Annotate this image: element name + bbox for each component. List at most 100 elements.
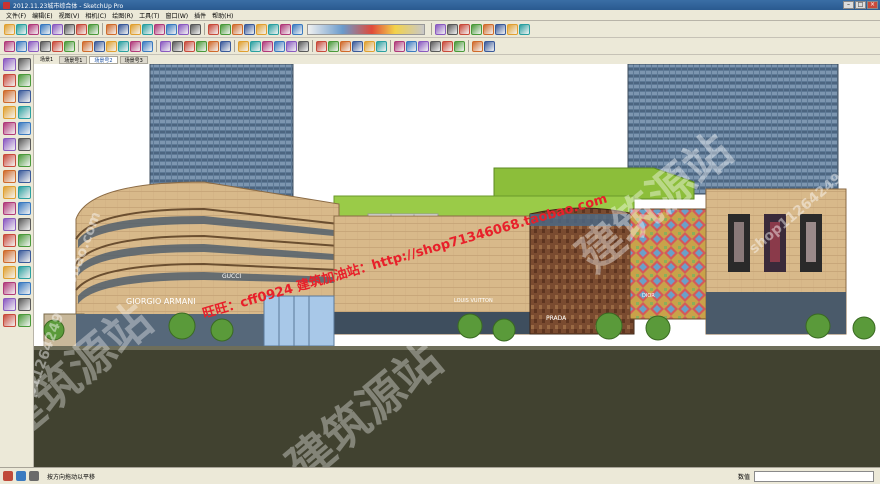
walk-icon[interactable] [471,23,482,35]
menu-tools[interactable]: 工具(T) [136,11,162,20]
scale-icon[interactable] [3,170,16,183]
pan-icon[interactable] [18,234,31,247]
style-icon[interactable] [376,40,387,52]
axes-icon[interactable] [220,23,231,35]
render-icon[interactable] [442,40,453,52]
menu-window[interactable]: 窗口(W) [163,11,192,20]
previous-icon[interactable] [3,266,16,279]
protractor-icon[interactable] [190,23,201,35]
look-icon[interactable] [18,282,31,295]
union-icon[interactable] [238,40,249,52]
circle-icon[interactable] [76,23,87,35]
orbit-icon[interactable] [3,234,16,247]
ruby-icon[interactable] [430,40,441,52]
rotate-icon[interactable] [3,154,16,167]
3d-text-icon[interactable] [244,23,255,35]
sandbox-icon[interactable] [160,40,171,52]
back-view-icon[interactable] [52,40,63,52]
position-camera-icon[interactable] [3,282,16,295]
minimize-button[interactable]: – [843,1,854,9]
layer-icon[interactable] [340,40,351,52]
top-view-icon[interactable] [16,40,27,52]
stamp-icon[interactable] [184,40,195,52]
model-viewport[interactable]: GIORGIO ARMANI GUCCI PRADA LOUIS VUITTON… [34,64,880,467]
instructor-icon[interactable] [29,471,39,481]
polygon-icon[interactable] [3,122,16,135]
menu-file[interactable]: 文件(F) [3,11,29,20]
pan-icon[interactable] [280,23,291,35]
shaded-icon[interactable] [118,40,129,52]
outliner-icon[interactable] [352,40,363,52]
zoom-icon[interactable] [3,250,16,263]
export-icon[interactable] [454,40,465,52]
iso-view-icon[interactable] [4,40,15,52]
smoove-icon[interactable] [18,314,31,327]
warehouse-icon[interactable] [394,40,405,52]
wireframe-icon[interactable] [94,40,105,52]
menu-plugins[interactable]: 插件 [191,11,209,20]
move-icon[interactable] [118,23,129,35]
right-view-icon[interactable] [40,40,51,52]
zoom-window-icon[interactable] [435,23,446,35]
geo-location-icon[interactable] [3,471,13,481]
trim-icon[interactable] [262,40,273,52]
rotate-icon[interactable] [130,23,141,35]
monochrome-icon[interactable] [142,40,153,52]
share-icon[interactable] [406,40,417,52]
dimension-icon[interactable] [18,186,31,199]
look-icon[interactable] [483,23,494,35]
line-icon[interactable] [40,23,51,35]
print-icon[interactable] [472,40,483,52]
3d-text-icon[interactable] [18,218,31,231]
flip-icon[interactable] [208,40,219,52]
fog-icon[interactable] [519,23,530,35]
zoom-icon[interactable] [292,23,303,35]
shadow-icon[interactable] [507,23,518,35]
walk-icon[interactable] [3,298,16,311]
follow-me-icon[interactable] [18,154,31,167]
drape-icon[interactable] [196,40,207,52]
group-icon[interactable] [328,40,339,52]
paint-icon[interactable] [3,74,16,87]
extension-icon[interactable] [418,40,429,52]
dimension-icon[interactable] [232,23,243,35]
menu-camera[interactable]: 相机(C) [82,11,109,20]
maximize-button[interactable]: □ [855,1,866,9]
tape-icon[interactable] [3,186,16,199]
intersect-icon[interactable] [220,40,231,52]
help-icon[interactable] [484,40,495,52]
scene-tab-2[interactable]: 场景号2 [89,55,118,64]
eraser-icon[interactable] [16,23,27,35]
rectangle-icon[interactable] [64,23,75,35]
text-icon[interactable] [208,23,219,35]
rectangle-icon[interactable] [3,90,16,103]
subtract-icon[interactable] [250,40,261,52]
arc-icon[interactable] [52,23,63,35]
protractor-icon[interactable] [3,202,16,215]
xray-icon[interactable] [82,40,93,52]
menu-help[interactable]: 帮助(H) [209,11,236,20]
credits-icon[interactable] [16,471,26,481]
sandbox-icon[interactable] [3,314,16,327]
arc-icon[interactable] [18,106,31,119]
terrain-icon[interactable] [172,40,183,52]
split-icon[interactable] [274,40,285,52]
section-icon[interactable] [459,23,470,35]
component-icon[interactable] [18,58,31,71]
close-button[interactable]: × [867,1,878,9]
paint-icon[interactable] [256,23,267,35]
tape-icon[interactable] [178,23,189,35]
hidden-line-icon[interactable] [106,40,117,52]
solid-icon[interactable] [298,40,309,52]
scene-tab-1[interactable]: 场景号1 [59,55,88,64]
menu-edit[interactable]: 编辑(E) [29,11,55,20]
push-pull-icon[interactable] [106,23,117,35]
offset-icon[interactable] [142,23,153,35]
menu-draw[interactable]: 绘图(R) [109,11,136,20]
position-camera-icon[interactable] [495,23,506,35]
text-icon[interactable] [18,202,31,215]
zoom-extents-icon[interactable] [447,23,458,35]
line-icon[interactable] [18,90,31,103]
circle-icon[interactable] [3,106,16,119]
measurements-input[interactable] [754,470,874,482]
